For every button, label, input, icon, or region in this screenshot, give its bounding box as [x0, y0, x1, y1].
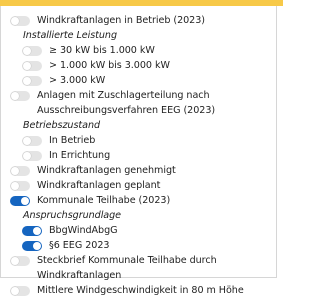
toggle-switch-off[interactable] — [10, 165, 30, 176]
toggle-knob — [23, 61, 31, 70]
group-heading-label: Installierte Leistung — [23, 30, 117, 41]
layer-label: §6 EEG 2023 — [49, 240, 110, 251]
toggle-knob — [23, 46, 31, 55]
toggle-knob — [11, 16, 19, 25]
toggle-switch-off[interactable] — [10, 255, 30, 266]
layer-label: Anlagen mit Zuschlagerteilung nach Aussc… — [37, 90, 216, 116]
toggle-switch-off[interactable] — [10, 285, 30, 296]
layer-row-leistung-30-1000[interactable]: ≥ 30 kW bis 1.000 kW — [1, 43, 276, 58]
toggle-switch-off[interactable] — [10, 15, 30, 26]
toggle-switch-on[interactable] — [10, 195, 30, 206]
layer-row-steckbrief[interactable]: Steckbrief Kommunale Teilhabe durch Wind… — [1, 253, 276, 283]
layer-label: Steckbrief Kommunale Teilhabe durch Wind… — [37, 255, 217, 281]
layer-row-bbgwindabgg[interactable]: BbgWindAbgG — [1, 223, 276, 238]
layer-label: In Errichtung — [49, 150, 111, 161]
layer-label: Mittlere Windgeschwindigkeit in 80 m Höh… — [37, 285, 244, 296]
layer-label: BbgWindAbgG — [49, 225, 118, 236]
toggle-switch-off[interactable] — [22, 75, 42, 86]
layer-row-leistung-1000-3000[interactable]: > 1.000 kW bis 3.000 kW — [1, 58, 276, 73]
layer-row-geplant[interactable]: Windkraftanlagen geplant — [1, 178, 276, 193]
toggle-knob — [11, 166, 19, 175]
group-heading-betriebszustand: Betriebszustand — [1, 118, 276, 133]
toggle-knob — [23, 151, 31, 160]
toggle-switch-off[interactable] — [10, 90, 30, 101]
toggle-knob — [11, 91, 19, 100]
layer-row-kommunale-teilhabe[interactable]: Kommunale Teilhabe (2023) — [1, 193, 276, 208]
group-heading-installierte-leistung: Installierte Leistung — [1, 28, 276, 43]
layer-label: > 1.000 kW bis 3.000 kW — [49, 60, 170, 71]
layer-row-in-errichtung[interactable]: In Errichtung — [1, 148, 276, 163]
group-heading-anspruchsgrundlage: Anspruchsgrundlage — [1, 208, 276, 223]
toggle-switch-off[interactable] — [22, 150, 42, 161]
toggle-switch-off[interactable] — [22, 60, 42, 71]
layer-row-windgeschwindigkeit[interactable]: Mittlere Windgeschwindigkeit in 80 m Höh… — [1, 283, 276, 298]
toggle-knob — [11, 286, 19, 295]
layer-row-leistung-3000[interactable]: > 3.000 kW — [1, 73, 276, 88]
toggle-knob — [23, 136, 31, 145]
toggle-knob — [23, 76, 31, 85]
toggle-knob — [11, 181, 19, 190]
toggle-knob — [33, 241, 41, 250]
layer-row-in-betrieb[interactable]: In Betrieb — [1, 133, 276, 148]
toggle-switch-off[interactable] — [10, 180, 30, 191]
group-heading-label: Betriebszustand — [23, 120, 101, 131]
toggle-switch-off[interactable] — [22, 135, 42, 146]
layer-row-windkraft-betrieb[interactable]: Windkraftanlagen in Betrieb (2023) — [1, 13, 276, 28]
toggle-knob — [33, 226, 41, 235]
layer-row-genehmigt[interactable]: Windkraftanlagen genehmigt — [1, 163, 276, 178]
layer-label: ≥ 30 kW bis 1.000 kW — [49, 45, 155, 56]
layer-label: > 3.000 kW — [49, 75, 106, 86]
layer-row-eeg-6[interactable]: §6 EEG 2023 — [1, 238, 276, 253]
toggle-switch-off[interactable] — [22, 45, 42, 56]
group-heading-label: Anspruchsgrundlage — [23, 210, 122, 221]
toggle-switch-on[interactable] — [22, 240, 42, 251]
toggle-knob — [11, 256, 19, 265]
toggle-knob — [21, 196, 29, 205]
layer-label: Windkraftanlagen geplant — [37, 180, 161, 191]
toggle-switch-on[interactable] — [22, 225, 42, 236]
layer-row-zuschlag-eeg[interactable]: Anlagen mit Zuschlagerteilung nach Aussc… — [1, 88, 276, 118]
layer-label: In Betrieb — [49, 135, 96, 146]
layer-label: Windkraftanlagen genehmigt — [37, 165, 176, 176]
layer-label: Kommunale Teilhabe (2023) — [37, 195, 171, 206]
layer-list-panel: Windkraftanlagen in Betrieb (2023) Insta… — [0, 6, 277, 296]
layer-label: Windkraftanlagen in Betrieb (2023) — [37, 15, 205, 26]
